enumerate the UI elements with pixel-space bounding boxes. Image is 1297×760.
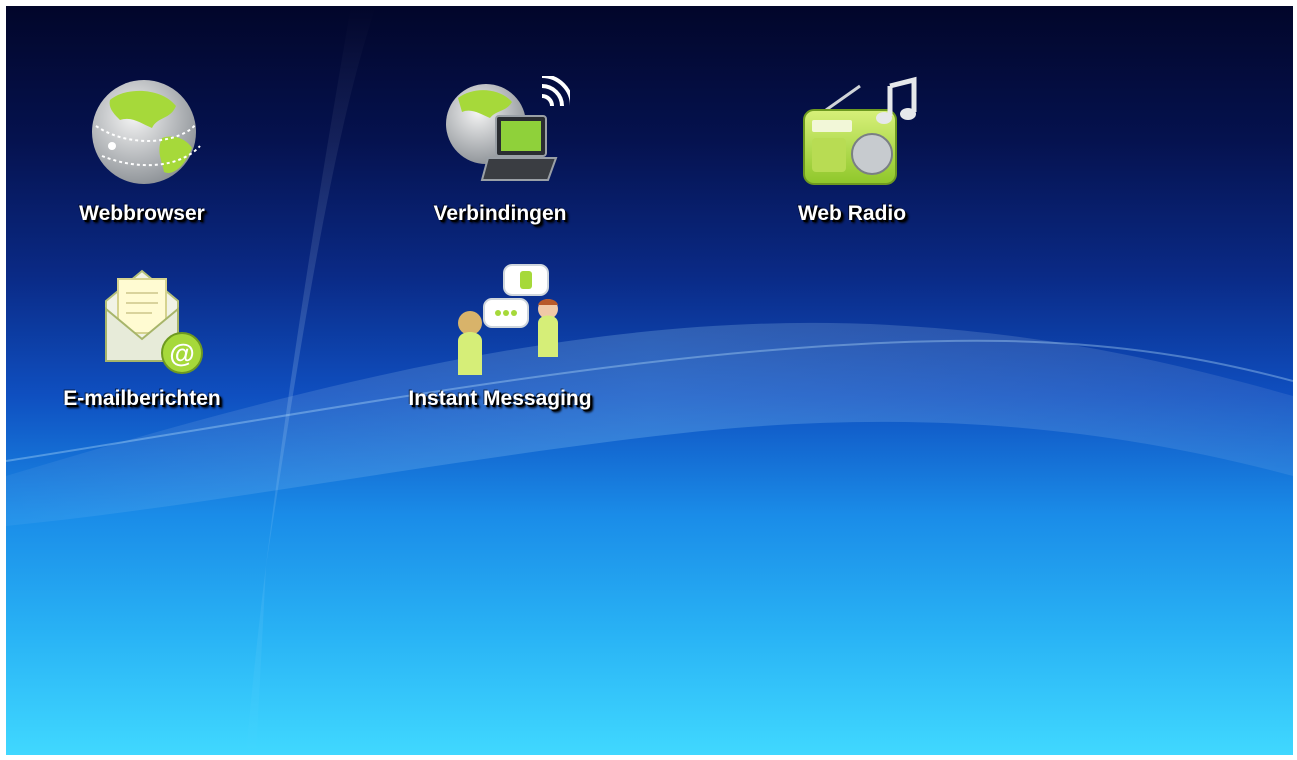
app-label: E-mailberichten [63,387,221,410]
app-label: Web Radio [797,202,907,225]
chat-people-icon [430,261,570,379]
svg-text:@: @ [169,338,194,368]
app-tile-e-mailberichten[interactable]: @ E-mailberichten [22,261,262,446]
envelope-at-icon: @ [72,261,212,379]
desktop-background: Webbrowser Verbindingen Web Radio @ E-ma… [6,6,1293,755]
app-tile-instant-messaging[interactable]: Instant Messaging [380,261,620,446]
radio-icon [782,76,922,194]
app-tile-verbindingen[interactable]: Verbindingen [380,76,620,261]
app-label: Verbindingen [433,202,567,225]
app-tile-web-radio[interactable]: Web Radio [732,76,972,261]
app-tile-webbrowser[interactable]: Webbrowser [22,76,262,261]
app-label: Webbrowser [79,202,205,225]
laptop-wifi-icon [430,76,570,194]
globe-icon [72,76,212,194]
app-label: Instant Messaging [408,387,592,410]
